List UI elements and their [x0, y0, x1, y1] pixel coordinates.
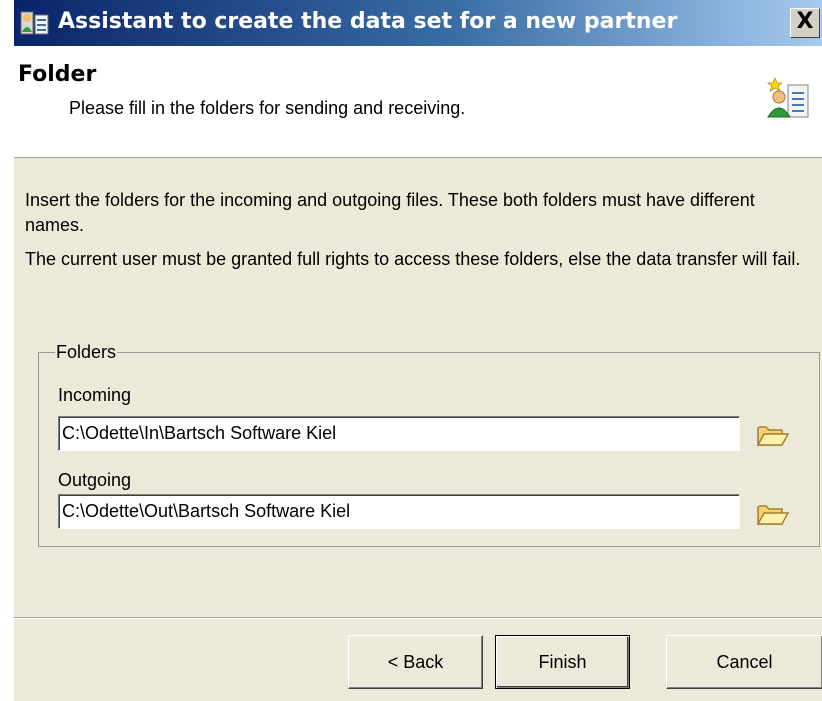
cancel-button[interactable]: Cancel [666, 635, 822, 689]
incoming-label: Incoming [58, 385, 132, 405]
folder-open-icon[interactable] [752, 418, 792, 450]
wizard-window: Assistant to create the data set for a n… [14, 0, 822, 701]
outgoing-label: Outgoing [58, 470, 132, 490]
incoming-folder-input[interactable]: C:\Odette\In\Bartsch Software Kiel [58, 416, 740, 451]
instruction-text: Insert the folders for the incoming and … [25, 190, 755, 235]
back-button[interactable]: < Back [348, 635, 483, 689]
button-separator [14, 617, 822, 619]
page-subtitle: Please fill in the folders for sending a… [69, 98, 466, 118]
new-partner-icon [766, 77, 809, 118]
outgoing-folder-input[interactable]: C:\Odette\Out\Bartsch Software Kiel [58, 494, 740, 529]
rights-warning-text: The current user must be granted full ri… [25, 249, 801, 269]
folder-open-icon[interactable] [752, 497, 792, 529]
close-button[interactable]: X [790, 8, 820, 38]
page-title: Folder [18, 62, 97, 87]
finish-button[interactable]: Finish [495, 635, 630, 689]
folders-group-label: Folders [56, 342, 117, 362]
title-bar[interactable]: Assistant to create the data set for a n… [14, 0, 822, 46]
new-partner-icon [20, 11, 49, 35]
window-title: Assistant to create the data set for a n… [58, 9, 678, 34]
wizard-header: Folder Please fill in the folders for se… [14, 46, 822, 158]
